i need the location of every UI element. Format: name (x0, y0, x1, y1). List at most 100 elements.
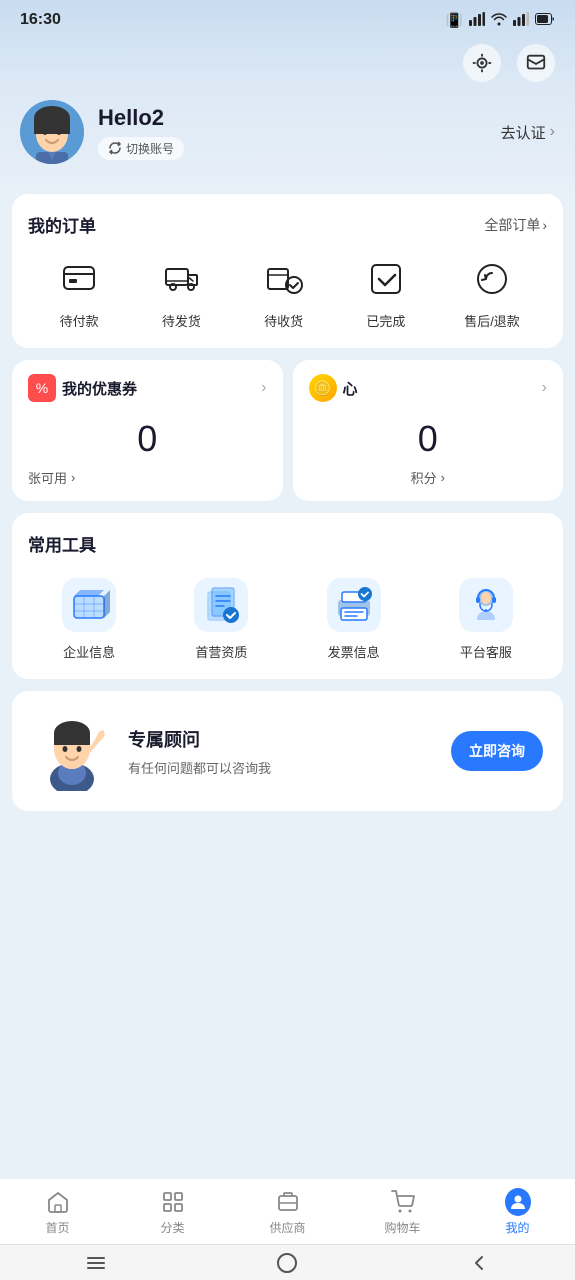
nav-item-category[interactable]: 分类 (143, 1189, 203, 1236)
coupons-sub-label: 张可用 (28, 468, 67, 487)
home-system-button[interactable] (267, 1248, 307, 1278)
system-nav (0, 1244, 575, 1280)
points-sub[interactable]: 积分 › (309, 468, 548, 487)
all-orders-label: 全部订单 (484, 215, 540, 235)
coupons-count: 0 (28, 418, 267, 460)
nav-item-cart[interactable]: 购物车 (373, 1189, 433, 1236)
completed-icon (362, 255, 410, 303)
battery-icon (535, 12, 555, 28)
nav-item-home[interactable]: 首页 (28, 1189, 88, 1236)
pending-receive-icon (260, 255, 308, 303)
orders-card-title: 我的订单 (28, 212, 96, 237)
wifi-icon (491, 12, 507, 29)
all-orders-chevron-icon: › (542, 217, 547, 233)
coupons-sub-chevron: › (71, 470, 75, 485)
scan-button[interactable] (463, 44, 501, 82)
mine-active-dot (505, 1188, 531, 1216)
tool-item-flagship-qual[interactable]: 首营资质 (160, 576, 282, 661)
cart-nav-icon (390, 1189, 416, 1215)
consultant-desc: 有任何问题都可以咨询我 (128, 758, 435, 777)
flagship-qual-label: 首营资质 (195, 642, 247, 661)
order-items: 待付款 待发货 (28, 255, 547, 330)
tool-item-invoice-info[interactable]: 发票信息 (293, 576, 415, 661)
points-title-row: 🪙 心 (309, 374, 358, 402)
status-icons: 📳 (446, 12, 555, 29)
profile-section: Hello2 切换账号 去认证 › (0, 90, 575, 184)
flagship-qual-icon (192, 576, 250, 634)
pending-receive-label: 待收货 (264, 311, 303, 330)
coupons-card: % 我的优惠券 › 0 张可用 › (12, 360, 283, 501)
category-nav-label: 分类 (160, 1219, 184, 1236)
company-info-label: 企业信息 (63, 642, 115, 661)
vibrate-icon: 📳 (446, 12, 463, 29)
nav-item-mine[interactable]: 我的 (488, 1189, 548, 1236)
tools-grid: 企业信息 (28, 576, 547, 661)
tool-item-platform-service[interactable]: 平台客服 (425, 576, 547, 661)
pending-pay-icon (55, 255, 103, 303)
cards-container: 我的订单 全部订单 › 待付款 (0, 194, 575, 903)
aftersale-icon (468, 255, 516, 303)
completed-label: 已完成 (366, 311, 405, 330)
supplier-nav-icon (275, 1189, 301, 1215)
switch-account-label: 切换账号 (126, 140, 174, 157)
coupons-header: % 我的优惠券 › (28, 374, 267, 402)
points-card: 🪙 心 › 0 积分 › (293, 360, 564, 501)
company-info-icon (60, 576, 118, 634)
all-orders-link[interactable]: 全部订单 › (484, 215, 547, 235)
menu-system-button[interactable] (76, 1248, 116, 1278)
coupons-sub[interactable]: 张可用 › (28, 468, 267, 487)
signal-icon (469, 12, 485, 29)
avatar (20, 100, 84, 164)
consultant-info: 专属顾问 有任何问题都可以咨询我 (128, 726, 435, 777)
points-sub-chevron: › (441, 470, 445, 485)
profile-left: Hello2 切换账号 (20, 100, 184, 164)
consultant-card: 专属顾问 有任何问题都可以咨询我 立即咨询 (12, 691, 563, 811)
nav-item-supplier[interactable]: 供应商 (258, 1189, 318, 1236)
points-header: 🪙 心 › (309, 374, 548, 402)
profile-username: Hello2 (98, 105, 184, 131)
consult-button[interactable]: 立即咨询 (451, 731, 543, 771)
coin-icon: 🪙 (309, 374, 337, 402)
top-actions (0, 36, 575, 90)
platform-service-icon (457, 576, 515, 634)
home-nav-icon (45, 1189, 71, 1215)
tools-card: 常用工具 (12, 513, 563, 679)
home-nav-label: 首页 (45, 1219, 69, 1236)
cart-nav-label: 购物车 (384, 1219, 420, 1236)
switch-account-button[interactable]: 切换账号 (98, 137, 184, 160)
order-item-pending-ship[interactable]: 待发货 (157, 255, 205, 330)
orders-card: 我的订单 全部订单 › 待付款 (12, 194, 563, 348)
tools-title: 常用工具 (28, 531, 547, 556)
pending-pay-label: 待付款 (60, 311, 99, 330)
certify-label: 去认证 (501, 122, 546, 143)
signal-bars-icon (513, 12, 529, 29)
profile-info: Hello2 切换账号 (98, 105, 184, 160)
certify-link[interactable]: 去认证 › (501, 122, 555, 143)
category-nav-icon (160, 1189, 186, 1215)
coupons-title: 我的优惠券 (62, 378, 137, 399)
tool-item-company-info[interactable]: 企业信息 (28, 576, 150, 661)
points-sub-label: 积分 (411, 468, 437, 487)
status-time: 16:30 (20, 11, 61, 29)
coupon-tag-icon: % (28, 374, 56, 402)
consultant-avatar (32, 711, 112, 791)
order-item-aftersale[interactable]: 售后/退款 (464, 255, 520, 330)
pending-ship-icon (157, 255, 205, 303)
order-item-pending-receive[interactable]: 待收货 (260, 255, 308, 330)
consultant-title: 专属顾问 (128, 726, 435, 752)
supplier-nav-label: 供应商 (269, 1219, 305, 1236)
certify-chevron-icon: › (550, 123, 555, 141)
invoice-info-icon (325, 576, 383, 634)
bottom-nav: 首页 分类 供应商 (0, 1178, 575, 1244)
invoice-info-label: 发票信息 (328, 642, 380, 661)
platform-service-label: 平台客服 (460, 642, 512, 661)
points-chevron-icon[interactable]: › (542, 379, 547, 397)
status-bar: 16:30 📳 (0, 0, 575, 36)
two-col-cards: % 我的优惠券 › 0 张可用 › 🪙 心 › 0 积分 (12, 360, 563, 501)
message-button[interactable] (517, 44, 555, 82)
order-item-completed[interactable]: 已完成 (362, 255, 410, 330)
points-title: 心 (343, 378, 358, 399)
coupons-chevron-icon[interactable]: › (261, 379, 266, 397)
order-item-pending-pay[interactable]: 待付款 (55, 255, 103, 330)
back-system-button[interactable] (459, 1248, 499, 1278)
